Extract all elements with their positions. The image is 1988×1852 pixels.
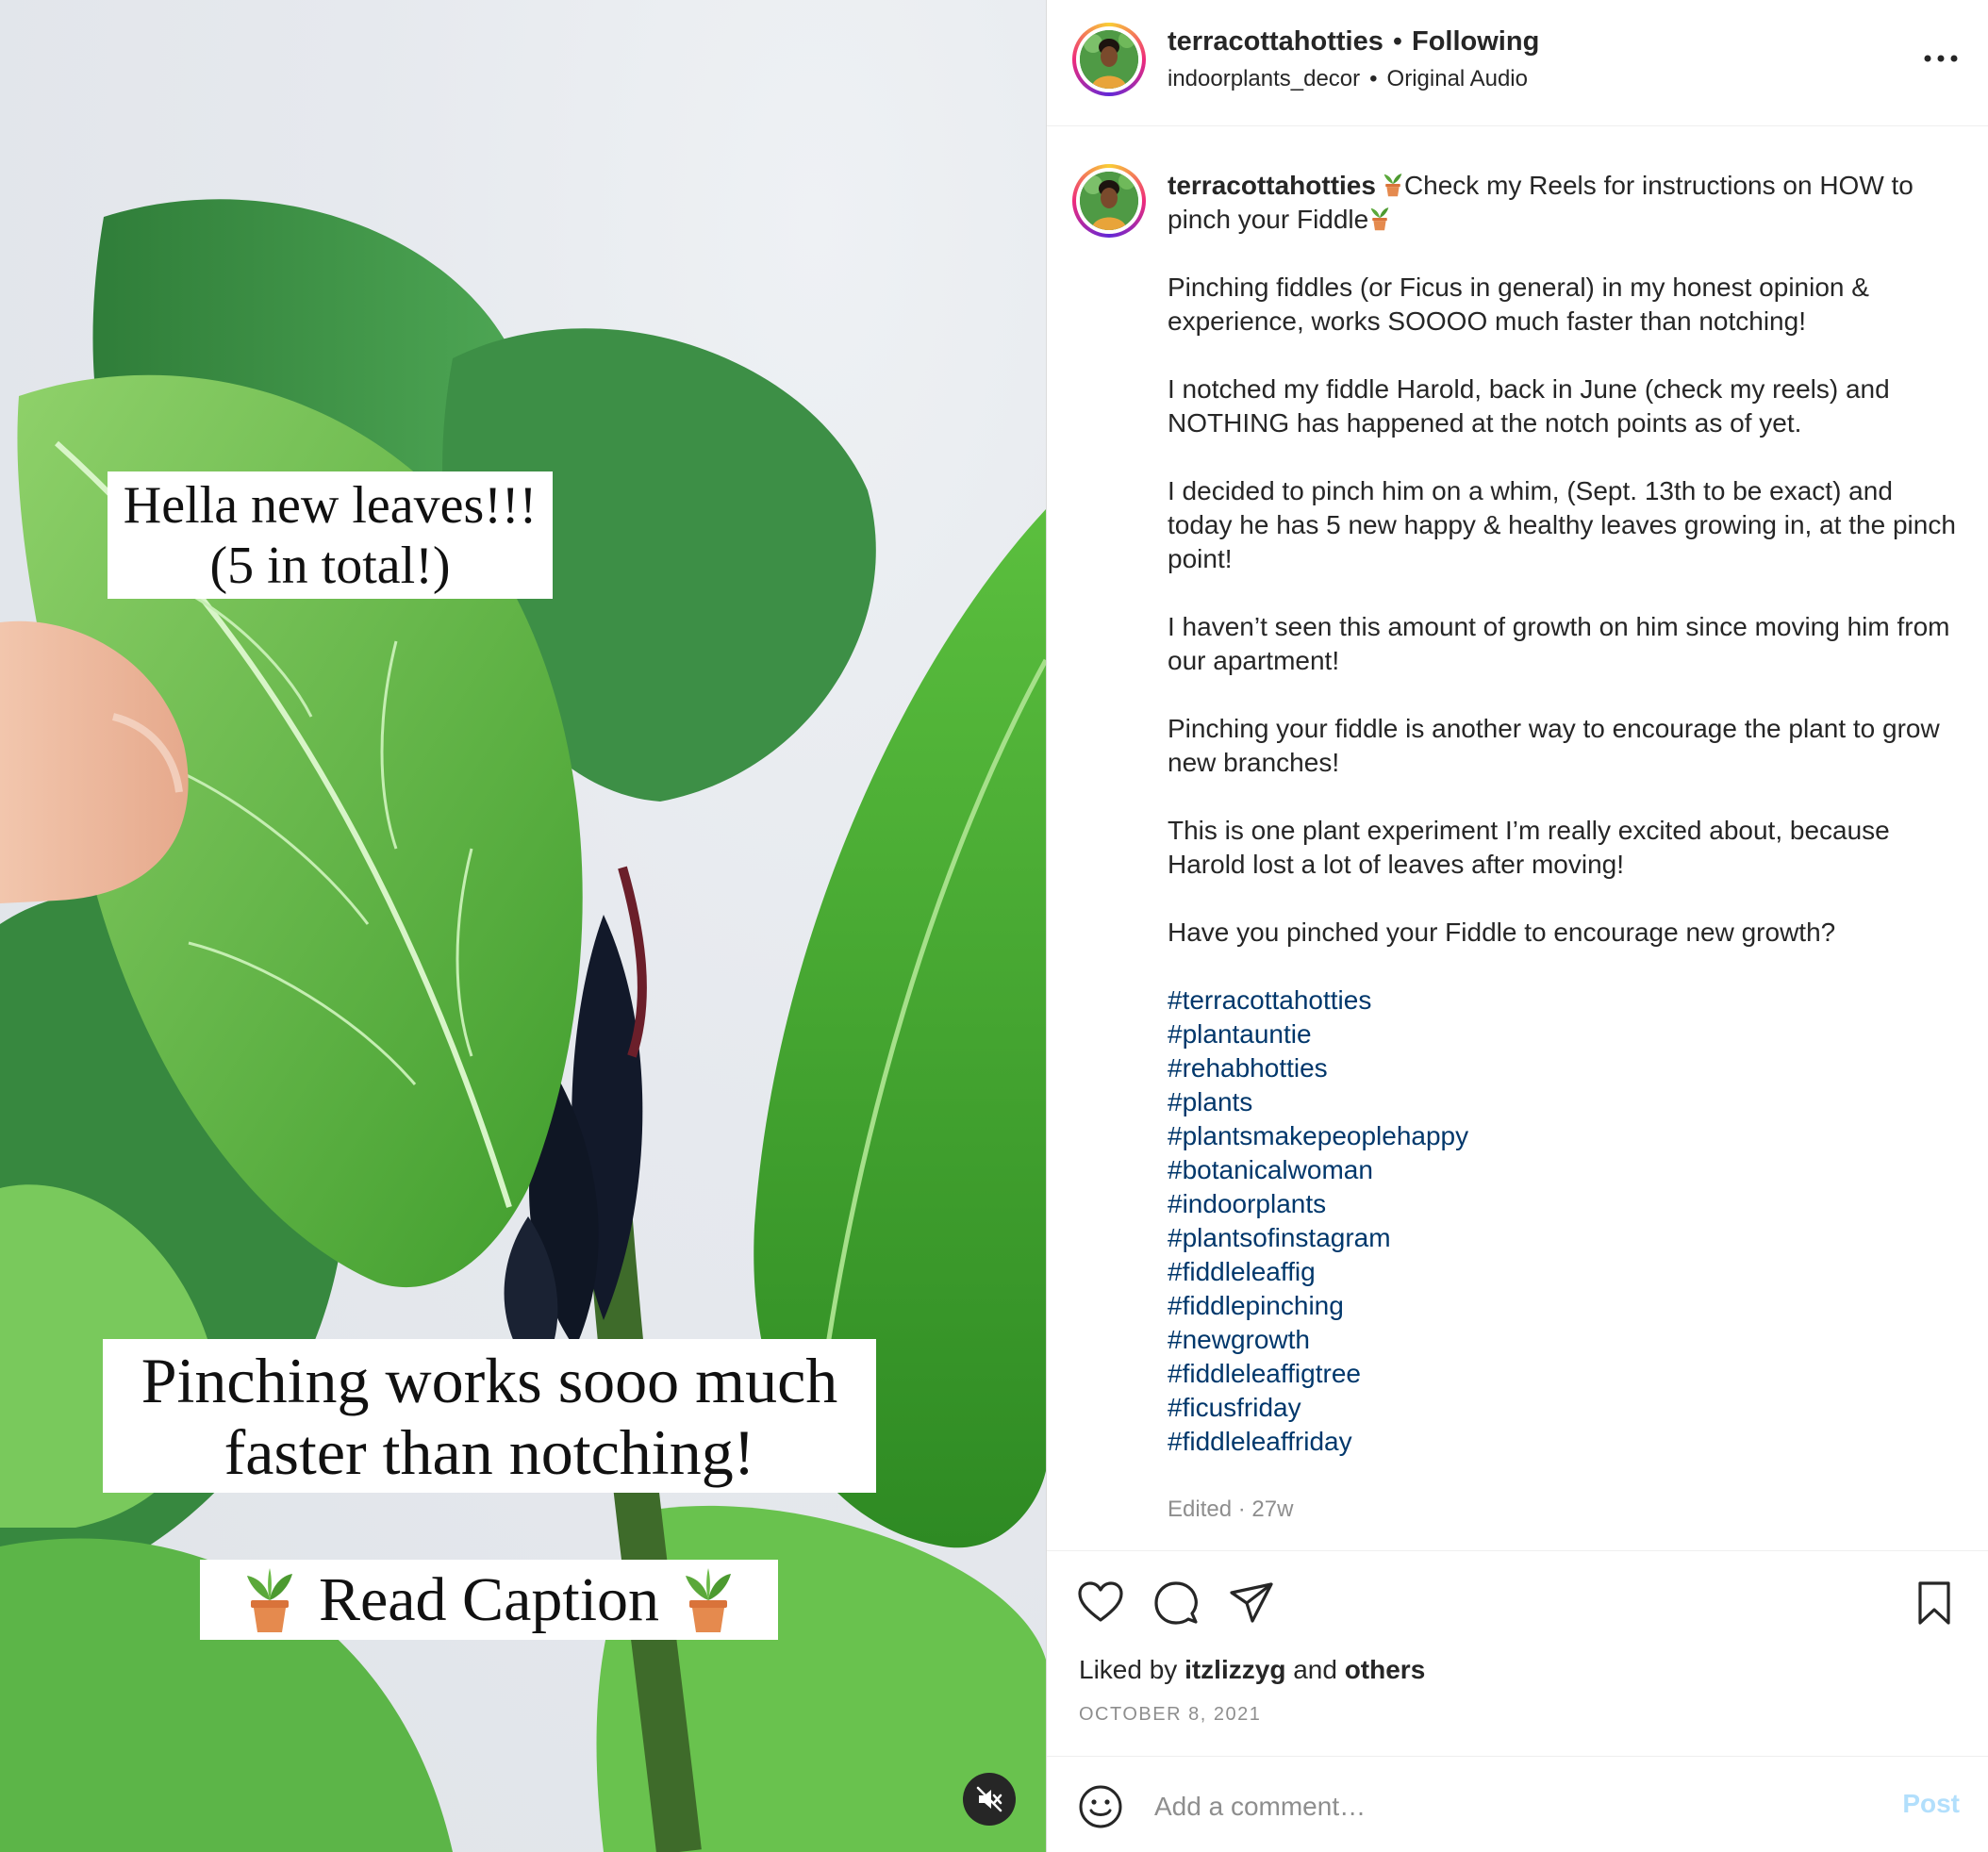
overlay-text-new-leaves: Hella new leaves!!! (5 in total!) — [108, 471, 553, 599]
overlay-text-read-caption: Read Caption — [200, 1560, 778, 1640]
overlay-text-line: (5 in total!) — [209, 537, 451, 595]
caption-username[interactable]: terracottahotties — [1168, 171, 1376, 200]
post-date[interactable]: OCTOBER 8, 2021 — [1079, 1704, 1261, 1726]
liked-and: and — [1293, 1655, 1337, 1684]
overlay-text-line: faster than notching! — [224, 1416, 755, 1488]
potted-plant-icon — [246, 1567, 292, 1632]
hashtag-link[interactable]: #fiddleleaffig — [1168, 1255, 1960, 1289]
hashtag-link[interactable]: #fiddlepinching — [1168, 1289, 1960, 1323]
caption-paragraph: I decided to pinch him on a whim, (Sept.… — [1168, 476, 1956, 573]
caption-section: terracottahotties Check my Reels for inst… — [1047, 126, 1988, 1550]
caption-paragraph: Pinching your fiddle is another way to e… — [1168, 714, 1940, 777]
caption-paragraph: I haven’t seen this amount of growth on … — [1168, 612, 1950, 675]
overlay-text-line: Hella new leaves!!! — [123, 476, 538, 535]
action-bar: Liked by itzlizzyg and others OCTOBER 8,… — [1047, 1550, 1988, 1756]
overlay-text-pinching: Pinching works sooo much faster than not… — [103, 1339, 876, 1493]
emoji-smile-icon[interactable] — [1077, 1783, 1124, 1830]
hashtag-link[interactable]: #fiddleleaffigtree — [1168, 1357, 1960, 1391]
potted-plant-icon — [1383, 174, 1402, 197]
separator-dot: • — [1369, 66, 1378, 91]
liked-user-link[interactable]: itzlizzyg — [1185, 1655, 1285, 1684]
potted-plant-icon — [686, 1567, 732, 1632]
following-button[interactable]: Following — [1412, 26, 1539, 57]
post-side-panel: terracottahotties • Following indoorplants… — [1046, 0, 1988, 1852]
liked-others-link[interactable]: others — [1345, 1655, 1426, 1684]
likes-summary: Liked by itzlizzyg and others — [1079, 1655, 1425, 1685]
hashtag-list: #terracottahotties #plantauntie #rehabho… — [1168, 984, 1960, 1459]
read-caption-label: Read Caption — [318, 1565, 660, 1634]
sub-account-link[interactable]: indoorplants_decor — [1168, 66, 1360, 91]
edited-timestamp[interactable]: Edited · 27w — [1168, 1493, 1960, 1527]
header-username[interactable]: terracottahotties — [1168, 26, 1383, 57]
avatar[interactable] — [1072, 23, 1146, 96]
caption-paragraph: Pinching fiddles (or Ficus in general) i… — [1168, 273, 1869, 336]
separator-dot: • — [1392, 26, 1402, 57]
caption-paragraph: I notched my fiddle Harold, back in June… — [1168, 374, 1890, 438]
potted-plant-icon — [1370, 207, 1389, 231]
post-comment-button[interactable]: Post — [1902, 1789, 1960, 1819]
comment-bar: Post — [1047, 1756, 1988, 1852]
profile-photo — [1080, 172, 1138, 230]
audio-link[interactable]: Original Audio — [1387, 66, 1528, 91]
comment-icon[interactable] — [1152, 1579, 1200, 1627]
more-options-icon[interactable] — [1918, 45, 1963, 72]
heart-icon[interactable] — [1077, 1579, 1124, 1627]
muted-speaker-icon — [976, 1786, 1002, 1812]
hashtag-link[interactable]: #plants — [1168, 1085, 1960, 1119]
post-media[interactable]: Hella new leaves!!! (5 in total!) Pinchi… — [0, 0, 1046, 1852]
header-title-line: terracottahotties • Following — [1168, 26, 1539, 58]
hashtag-link[interactable]: #plantsmakepeoplehappy — [1168, 1119, 1960, 1153]
hashtag-link[interactable]: #indoorplants — [1168, 1187, 1960, 1221]
hashtag-link[interactable]: #botanicalwoman — [1168, 1153, 1960, 1187]
hashtag-link[interactable]: #terracottahotties — [1168, 984, 1960, 1017]
hashtag-link[interactable]: #rehabhotties — [1168, 1051, 1960, 1085]
comment-input[interactable] — [1152, 1785, 1816, 1828]
caption-paragraph: Have you pinched your Fiddle to encourag… — [1168, 918, 1836, 947]
post-header: terracottahotties • Following indoorplants… — [1047, 0, 1988, 126]
mute-toggle-button[interactable] — [963, 1773, 1016, 1826]
hashtag-link[interactable]: #ficusfriday — [1168, 1391, 1960, 1425]
avatar[interactable] — [1072, 164, 1146, 238]
profile-photo — [1080, 30, 1138, 89]
overlay-text-line: Pinching works sooo much — [141, 1345, 838, 1416]
instagram-post: Hella new leaves!!! (5 in total!) Pinchi… — [0, 0, 1988, 1852]
hashtag-link[interactable]: #plantauntie — [1168, 1017, 1960, 1051]
hashtag-link[interactable]: #fiddleleaffriday — [1168, 1425, 1960, 1459]
bookmark-icon[interactable] — [1911, 1579, 1958, 1627]
liked-prefix: Liked by — [1079, 1655, 1178, 1684]
header-subtitle-line: indoorplants_decor • Original Audio — [1168, 66, 1528, 92]
caption-text: terracottahotties Check my Reels for inst… — [1168, 169, 1960, 1527]
share-icon[interactable] — [1228, 1579, 1275, 1627]
hashtag-link[interactable]: #plantsofinstagram — [1168, 1221, 1960, 1255]
hashtag-link[interactable]: #newgrowth — [1168, 1323, 1960, 1357]
caption-paragraph: This is one plant experiment I’m really … — [1168, 816, 1890, 879]
